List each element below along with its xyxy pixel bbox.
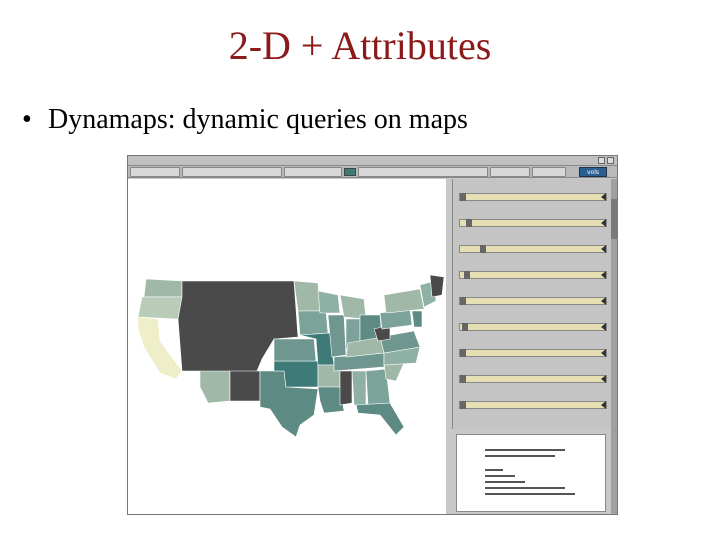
- slide-title: 2-D + Attributes: [228, 23, 492, 68]
- color-swatch[interactable]: [344, 168, 356, 176]
- state-mississippi: [339, 370, 353, 406]
- panel-scrollbar[interactable]: [611, 179, 617, 514]
- slider-track[interactable]: [459, 271, 607, 279]
- window-titlebar: [128, 156, 617, 166]
- state-maine: [429, 275, 445, 298]
- slider-max-arrow-icon[interactable]: [601, 297, 606, 305]
- query-slider[interactable]: [459, 365, 607, 389]
- state-iowa: [297, 310, 329, 336]
- state-alabama: [351, 370, 367, 406]
- info-text-line: [485, 449, 565, 451]
- toolbar-menu-2[interactable]: [182, 167, 282, 177]
- info-text-line: [485, 487, 565, 489]
- toolbar-menu-4[interactable]: [532, 167, 566, 177]
- toolbar-menu-1[interactable]: [130, 167, 180, 177]
- query-slider[interactable]: [459, 209, 607, 233]
- state-new-mexico: [229, 370, 261, 402]
- scroll-thumb[interactable]: [611, 199, 617, 239]
- bullet-icon: •: [22, 104, 32, 135]
- slider-max-arrow-icon[interactable]: [601, 323, 606, 331]
- slider-max-arrow-icon[interactable]: [601, 375, 606, 383]
- slider-min-thumb[interactable]: [462, 323, 468, 331]
- info-text-line: [485, 493, 575, 495]
- slider-min-thumb[interactable]: [460, 297, 466, 305]
- info-text-line: [485, 469, 503, 471]
- slider-max-arrow-icon[interactable]: [601, 219, 606, 227]
- slider-max-arrow-icon[interactable]: [601, 245, 606, 253]
- query-slider[interactable]: [459, 339, 607, 363]
- bullet-item: • Dynamaps: dynamic queries on maps: [22, 104, 468, 136]
- slider-max-arrow-icon[interactable]: [601, 349, 606, 357]
- state-kansas: [273, 338, 317, 362]
- state-new-york: [383, 288, 425, 314]
- query-slider-panel: [452, 179, 612, 429]
- info-text-line: [485, 481, 525, 483]
- details-info-panel: [456, 434, 606, 512]
- slider-min-thumb[interactable]: [460, 401, 466, 409]
- state-wisconsin: [317, 290, 341, 314]
- minimize-icon[interactable]: [598, 157, 605, 164]
- state-arizona: [199, 370, 231, 404]
- info-text-line: [485, 455, 555, 457]
- dynamaps-screenshot: vols: [127, 155, 618, 515]
- slider-min-thumb[interactable]: [460, 375, 466, 383]
- query-slider[interactable]: [459, 391, 607, 415]
- toolbar-menu-3[interactable]: [490, 167, 530, 177]
- bullet-text: Dynamaps: dynamic queries on maps: [48, 104, 468, 135]
- attribute-selector[interactable]: [284, 167, 342, 177]
- query-slider[interactable]: [459, 287, 607, 311]
- us-choropleth-map[interactable]: [134, 275, 446, 437]
- query-slider[interactable]: [459, 183, 607, 207]
- slider-track[interactable]: [459, 245, 607, 253]
- info-text-line: [485, 475, 515, 477]
- query-slider[interactable]: [459, 261, 607, 285]
- slider-track[interactable]: [459, 401, 607, 409]
- slider-track[interactable]: [459, 193, 607, 201]
- state-minnesota: [293, 280, 321, 312]
- slider-max-arrow-icon[interactable]: [601, 193, 606, 201]
- slider-track[interactable]: [459, 375, 607, 383]
- state-florida: [355, 402, 405, 436]
- query-slider[interactable]: [459, 313, 607, 337]
- slider-track[interactable]: [459, 297, 607, 305]
- state-south-carolina: [383, 362, 405, 382]
- slider-max-arrow-icon[interactable]: [601, 401, 606, 409]
- slider-min-thumb[interactable]: [480, 245, 486, 253]
- state-oregon: [137, 296, 183, 320]
- toolbar-field[interactable]: [358, 167, 488, 177]
- state-california: [137, 316, 183, 380]
- state-washington: [143, 278, 183, 298]
- slider-min-thumb[interactable]: [464, 271, 470, 279]
- toolbar: vols: [128, 166, 617, 178]
- close-icon[interactable]: [607, 157, 614, 164]
- us-map-pane[interactable]: [128, 179, 446, 514]
- slider-min-thumb[interactable]: [466, 219, 472, 227]
- slider-max-arrow-icon[interactable]: [601, 271, 606, 279]
- slider-min-thumb[interactable]: [460, 349, 466, 357]
- slider-track[interactable]: [459, 349, 607, 357]
- slider-track[interactable]: [459, 219, 607, 227]
- slider-track[interactable]: [459, 323, 607, 331]
- app-logo: vols: [579, 167, 607, 177]
- query-slider[interactable]: [459, 235, 607, 259]
- state-new-jersey: [411, 310, 423, 328]
- slider-min-thumb[interactable]: [460, 193, 466, 201]
